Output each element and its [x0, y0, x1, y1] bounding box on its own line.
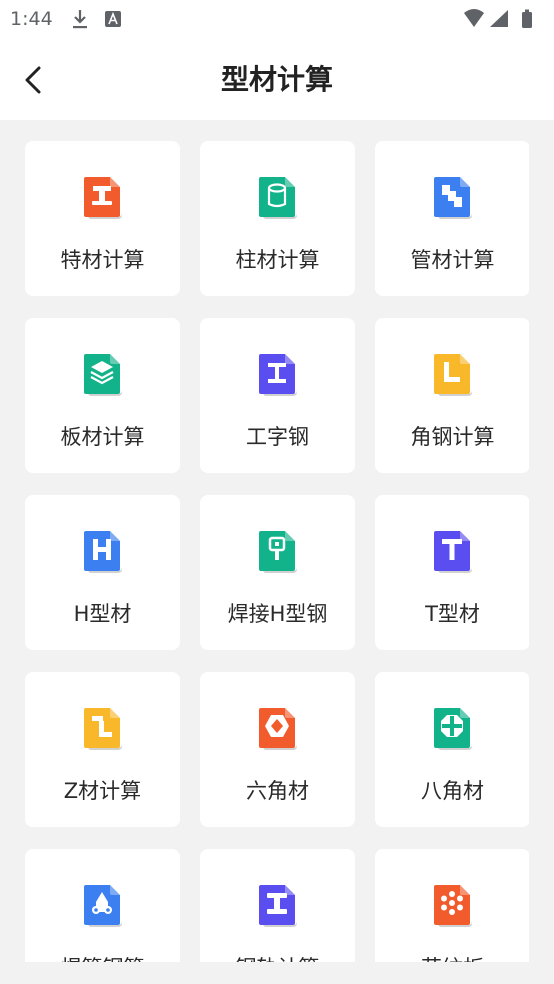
status-time: 1:44 — [10, 8, 53, 30]
material-card[interactable]: 焊接H型钢 — [200, 495, 355, 650]
wifi-icon — [464, 9, 484, 27]
material-card[interactable]: H型材 — [25, 495, 180, 650]
i-beam-icon — [259, 354, 297, 396]
column-icon — [259, 177, 297, 219]
octagon-icon — [434, 708, 472, 750]
material-card-label: 花纹板 — [375, 952, 529, 962]
material-card[interactable]: 花纹板 — [375, 849, 529, 962]
pattern-plate-icon — [434, 885, 472, 927]
material-card[interactable]: 六角材 — [200, 672, 355, 827]
welded-h-icon — [259, 531, 297, 573]
app-header: 型材计算 — [0, 40, 554, 120]
material-card[interactable]: 钢轨计算 — [200, 849, 355, 962]
material-card[interactable]: 焊管钢管 — [25, 849, 180, 962]
material-card[interactable]: 板材计算 — [25, 318, 180, 473]
material-card-label: 特材计算 — [60, 248, 145, 272]
material-card[interactable]: 角钢计算 — [375, 318, 529, 473]
material-card[interactable]: 工字钢 — [200, 318, 355, 473]
material-card-label: Z材计算 — [63, 779, 142, 803]
material-card-label: 工字钢 — [246, 425, 309, 449]
material-card-label: T型材 — [425, 602, 480, 626]
material-card[interactable]: 特材计算 — [25, 141, 180, 296]
angle-steel-icon — [434, 354, 472, 396]
material-card[interactable]: Z材计算 — [25, 672, 180, 827]
material-card[interactable]: 八角材 — [375, 672, 529, 827]
bottom-spacer — [0, 962, 554, 984]
plate-icon — [84, 354, 122, 396]
material-card-label: 管材计算 — [410, 248, 495, 272]
material-card-label: 柱材计算 — [235, 248, 320, 272]
signal-battery-icons — [464, 9, 532, 28]
material-card-label: 板材计算 — [60, 425, 145, 449]
download-icon — [73, 10, 87, 29]
page-title: 型材计算 — [220, 63, 333, 96]
cell-signal-icon — [490, 10, 508, 27]
status-bar: 1:44 — [0, 0, 554, 40]
material-card[interactable]: T型材 — [375, 495, 529, 650]
material-card-label: 焊管钢管 — [25, 952, 180, 962]
pipe-icon — [434, 177, 472, 219]
material-card[interactable]: 管材计算 — [375, 141, 529, 296]
keyboard-a-icon — [105, 11, 121, 27]
material-card-label: 角钢计算 — [410, 425, 495, 449]
welded-pipe-icon — [84, 885, 122, 927]
battery-icon — [522, 9, 532, 28]
z-profile-icon — [84, 708, 122, 750]
material-grid: 特材计算 柱材计算 管材计算板材计算 工字钢 角钢计算 H型材 焊接H型钢 T型材 Z材计算 六角… — [25, 141, 529, 962]
hexagon-icon — [259, 708, 297, 750]
h-profile-icon — [84, 531, 122, 573]
rail-icon — [259, 885, 297, 927]
material-card-label: H型材 — [73, 602, 132, 626]
material-card-label: 八角材 — [421, 779, 484, 803]
special-material-icon — [84, 177, 122, 219]
material-card-label: 钢轨计算 — [200, 952, 355, 962]
material-card-label: 焊接H型钢 — [227, 602, 328, 626]
material-card-label: 六角材 — [246, 779, 309, 803]
t-profile-icon — [434, 531, 472, 573]
material-card[interactable]: 柱材计算 — [200, 141, 355, 296]
